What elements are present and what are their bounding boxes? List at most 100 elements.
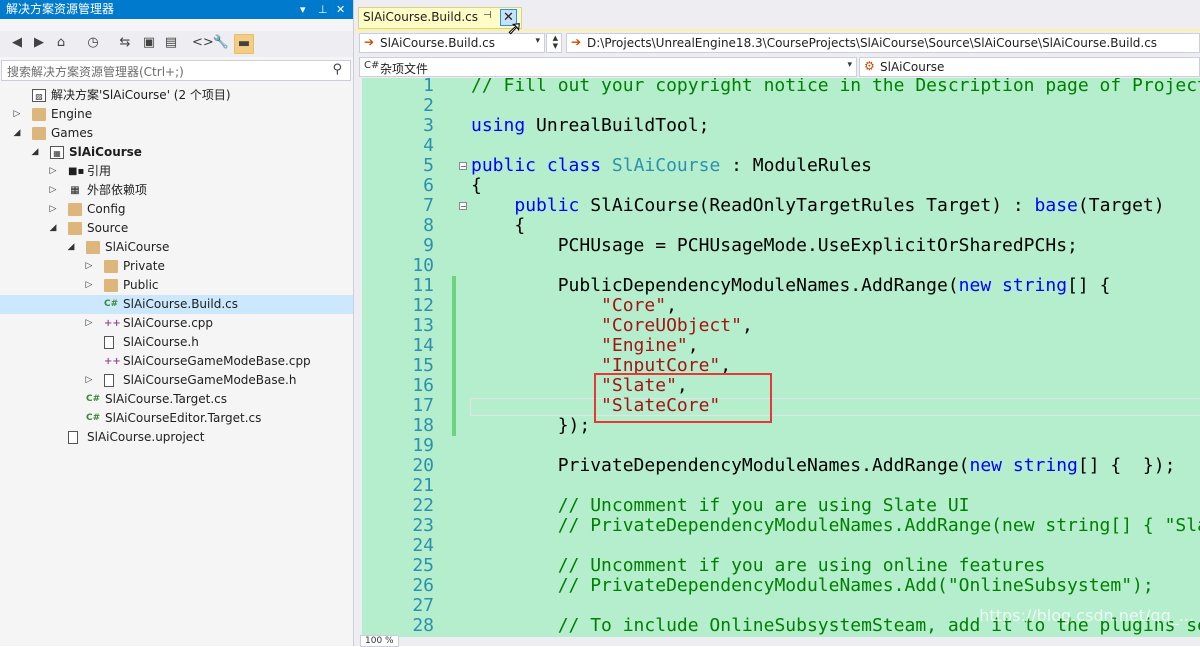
line-number: 13 (412, 315, 434, 336)
code-line[interactable]: 20 PrivateDependencyModuleNames.AddRange… (362, 456, 1200, 476)
tree-item[interactable]: C# SlAiCourse.Build.cs (0, 295, 353, 314)
expand-arrow-icon[interactable]: ▷ (84, 276, 94, 295)
tree-item[interactable]: ◢ Source (0, 219, 353, 238)
file-dropdown-spinner[interactable]: ▲ ▼ (546, 33, 562, 53)
line-number: 6 (423, 175, 434, 196)
zoom-level[interactable]: 100 % (360, 635, 399, 647)
tree-item[interactable]: ▷ SlAiCourseGameModeBase.h (0, 371, 353, 390)
tree-item[interactable]: C# SlAiCourse.Target.cs (0, 390, 353, 409)
code-line[interactable]: 14 "Engine", (362, 336, 1200, 356)
expand-arrow-icon[interactable]: ▷ (48, 181, 58, 200)
show-all-icon[interactable]: ▤ (162, 34, 180, 52)
code-line[interactable]: 13 "CoreUObject", (362, 316, 1200, 336)
line-number: 21 (412, 475, 434, 496)
dropdown-icon[interactable]: ▾ (300, 0, 306, 19)
back-icon[interactable]: ◀ (8, 34, 26, 52)
code-line[interactable]: 3 using UnrealBuildTool; (362, 116, 1200, 136)
code-line[interactable]: 19 (362, 436, 1200, 456)
code-line[interactable]: 22 // Uncomment if you are using Slate U… (362, 496, 1200, 516)
history-icon[interactable]: ◷ (84, 34, 102, 52)
tree-item[interactable]: ▷ ++ SlAiCourse.cpp (0, 314, 353, 333)
code-line[interactable]: 9 PCHUsage = PCHUsageMode.UseExplicitOrS… (362, 236, 1200, 256)
code-line[interactable]: 10 (362, 256, 1200, 276)
expand-arrow-icon[interactable]: ▷ (84, 257, 94, 276)
tree-item[interactable]: ▷ Config (0, 200, 353, 219)
code-icon[interactable]: <> (192, 34, 214, 52)
home-icon[interactable]: ⌂ (52, 34, 70, 52)
tree-item[interactable]: C# SlAiCourseEditor.Target.cs (0, 409, 353, 428)
member-dropdown[interactable]: ⚙ SlAiCourse (859, 57, 1200, 77)
code-line[interactable]: 11 PublicDependencyModuleNames.AddRange(… (362, 276, 1200, 296)
tree-item-label: SlAiCourse.Build.cs (123, 297, 238, 311)
code-line[interactable]: 1 // Fill out your copyright notice in th… (362, 78, 1200, 96)
pin-icon[interactable]: ⊣ (483, 10, 492, 21)
wrench-icon[interactable]: 🔧 (212, 34, 230, 52)
collapse-arrow-icon[interactable]: ◢ (12, 124, 22, 143)
folder-icon (104, 260, 118, 273)
code-line[interactable]: 4 (362, 136, 1200, 156)
preview-icon[interactable]: ▬ (234, 34, 254, 54)
tree-item[interactable]: SlAiCourse.uproject (0, 428, 353, 447)
change-marker (452, 396, 456, 416)
tree-item-label: SlAiCourseEditor.Target.cs (105, 411, 262, 425)
tab-slaicourse-build-cs[interactable]: SlAiCourse.Build.cs ⊣ ✕ (358, 7, 522, 29)
code-token: (Target) (1077, 195, 1165, 216)
tree-item[interactable]: ◢ SlAiCourse (0, 238, 353, 257)
code-line[interactable]: 25 // Uncomment if you are using online … (362, 556, 1200, 576)
code-line[interactable]: 18 }); (362, 416, 1200, 436)
solution-explorer-search-input[interactable]: 搜索解决方案资源管理器(Ctrl+;) ⚲ (1, 60, 351, 81)
code-line[interactable]: 2 (362, 96, 1200, 116)
code-line[interactable]: 5 − public class SlAiCourse : ModuleRules (362, 156, 1200, 176)
code-line[interactable]: 8 { (362, 216, 1200, 236)
tree-item[interactable]: SlAiCourse.h (0, 333, 353, 352)
tree-item[interactable]: ◢ ▦ SlAiCourse (0, 143, 353, 162)
collapse-arrow-icon[interactable]: ◢ (66, 238, 76, 257)
code-line[interactable]: 24 (362, 536, 1200, 556)
collapse-arrow-icon[interactable]: ◢ (30, 143, 40, 162)
code-line[interactable]: 15 "InputCore", (362, 356, 1200, 376)
code-token: SlAiCourse (611, 155, 721, 176)
scope-dropdown[interactable]: C# 杂项文件 ▾ (359, 57, 857, 77)
mouse-cursor-icon: ➚ (506, 18, 523, 40)
fold-toggle-icon[interactable]: − (459, 162, 467, 171)
collapse-arrow-icon[interactable]: ◢ (48, 219, 58, 238)
fold-toggle-icon[interactable]: − (459, 202, 467, 211)
tree-item[interactable]: ▷ ■▪ 引用 (0, 162, 353, 181)
pin-icon[interactable]: ⊥ (318, 0, 328, 19)
expand-arrow-icon[interactable]: ▷ (48, 162, 58, 181)
code-line[interactable]: 23 // PrivateDependencyModuleNames.AddRa… (362, 516, 1200, 536)
tree-item[interactable]: ▷ Private (0, 257, 353, 276)
forward-icon[interactable]: ▶ (30, 34, 48, 52)
expand-arrow-icon[interactable]: ▷ (84, 314, 94, 333)
change-marker (452, 376, 456, 396)
expand-arrow-icon[interactable]: ▷ (84, 371, 94, 390)
expand-arrow-icon[interactable]: ▷ (12, 105, 22, 124)
expand-arrow-icon[interactable]: ▷ (48, 200, 58, 219)
code-line[interactable]: 17 "SlateCore" (362, 396, 1200, 416)
search-icon[interactable]: ⚲ (332, 62, 342, 77)
code-line[interactable]: 7 − public SlAiCourse(ReadOnlyTargetRules… (362, 196, 1200, 216)
code-line[interactable]: 26 // PrivateDependencyModuleNames.Add("… (362, 576, 1200, 596)
code-token: PrivateDependencyModuleNames.AddRange( (471, 455, 970, 476)
line-number: 25 (412, 555, 434, 576)
code-text: "Core", (471, 296, 677, 316)
code-line[interactable]: 6{ (362, 176, 1200, 196)
code-line[interactable]: 16 "Slate", (362, 376, 1200, 396)
tree-item[interactable]: ▷ ▦ 外部依赖项 (0, 181, 353, 200)
tree-item[interactable]: ▷ Engine (0, 105, 353, 124)
code-line[interactable]: 12 "Core", (362, 296, 1200, 316)
tree-item[interactable]: ◢ Games (0, 124, 353, 143)
close-icon[interactable]: ✕ (336, 0, 345, 19)
tree-item[interactable]: ++ SlAiCourseGameModeBase.cpp (0, 352, 353, 371)
code-editor[interactable]: 1 // Fill out your copyright notice in th… (362, 78, 1200, 637)
tree-item[interactable]: ▨ 解决方案'SlAiCourse' (2 个项目) (0, 86, 353, 105)
path-dropdown[interactable]: ➔ D:\Projects\UnrealEngine18.3\CoursePro… (566, 33, 1200, 53)
collapse-icon[interactable]: ▣ (140, 34, 158, 52)
sync-icon[interactable]: ⇆ (116, 34, 134, 52)
tree-item[interactable]: ▷ Public (0, 276, 353, 295)
code-text: using UnrealBuildTool; (471, 116, 709, 136)
code-text: // Fill out your copyright notice in the… (471, 78, 1200, 96)
code-line[interactable]: 21 (362, 476, 1200, 496)
